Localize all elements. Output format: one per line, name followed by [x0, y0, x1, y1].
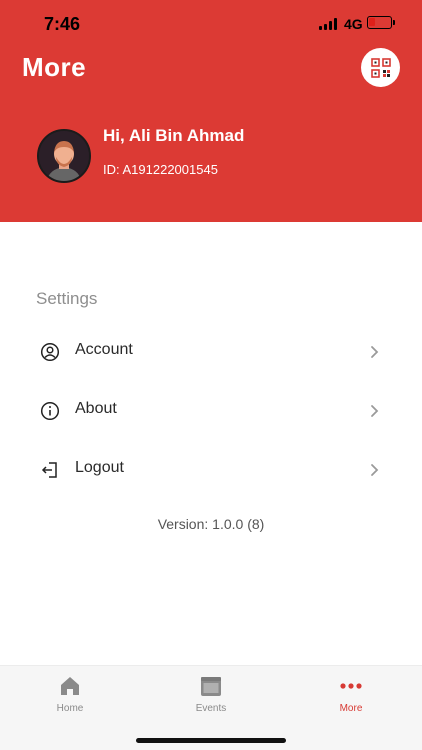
calendar-icon: [201, 677, 221, 696]
menu-item-about[interactable]: About: [0, 385, 422, 435]
user-id: ID: A191222001545: [103, 162, 218, 177]
info-icon: [40, 401, 60, 421]
avatar: [37, 129, 91, 183]
tab-label: Events: [195, 703, 227, 714]
user-circle-icon: [40, 342, 60, 362]
tab-more[interactable]: More: [301, 666, 401, 726]
page-title: More: [22, 52, 87, 82]
status-bar: 7:46 4G: [0, 0, 422, 46]
more-dots-icon: [340, 683, 362, 689]
profile-header: 7:46 4G More Hi, Ali Bin Ahmad ID: A1912…: [0, 0, 422, 222]
menu-item-label: Account: [75, 341, 133, 358]
logout-icon: [41, 462, 57, 478]
chevron-right-icon: [371, 464, 379, 476]
menu-item-account[interactable]: Account: [0, 326, 422, 376]
network-type: 4G: [344, 16, 363, 32]
avatar-illustration: [39, 131, 89, 181]
qr-code-icon: [370, 57, 391, 78]
signal-icon: [319, 18, 339, 30]
chevron-right-icon: [371, 405, 379, 417]
battery-icon: [367, 16, 392, 29]
menu-item-logout[interactable]: Logout: [0, 444, 422, 494]
tab-events[interactable]: Events: [161, 666, 261, 726]
settings-section-label: Settings: [36, 289, 98, 308]
qr-code-button[interactable]: [361, 48, 400, 87]
user-greeting: Hi, Ali Bin Ahmad: [103, 126, 245, 145]
battery-cap: [393, 20, 395, 25]
chevron-right-icon: [371, 346, 379, 358]
status-time: 7:46: [44, 14, 81, 34]
home-indicator[interactable]: [136, 738, 286, 743]
tab-label: Home: [56, 703, 84, 714]
menu-item-label: About: [75, 400, 117, 417]
menu-item-label: Logout: [75, 459, 124, 476]
tab-label: More: [339, 703, 363, 714]
tab-home[interactable]: Home: [20, 666, 120, 726]
home-icon: [61, 677, 79, 695]
app-version: Version: 1.0.0 (8): [157, 516, 265, 532]
